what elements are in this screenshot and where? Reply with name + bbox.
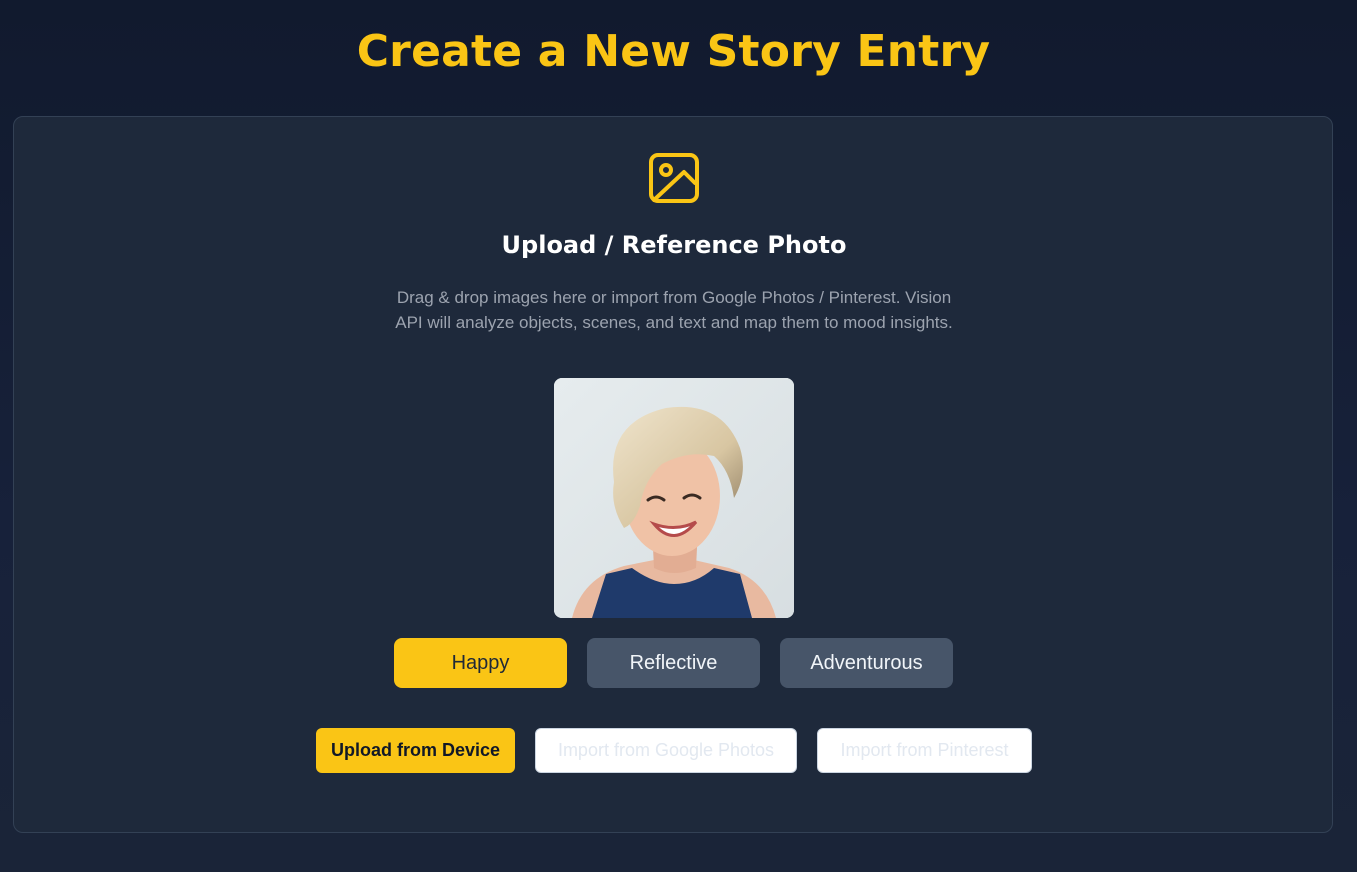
upload-card[interactable]: Upload / Reference Photo Drag & drop ima…	[13, 116, 1333, 833]
upload-title: Upload / Reference Photo	[501, 231, 847, 259]
upload-description: Drag & drop images here or import from G…	[395, 288, 953, 332]
mood-happy-button[interactable]: Happy	[394, 638, 567, 688]
mood-selector: Happy Reflective Adventurous	[394, 638, 953, 688]
upload-from-device-button[interactable]: Upload from Device	[316, 728, 515, 773]
page-title: Create a New Story Entry	[356, 26, 991, 77]
import-pinterest-button[interactable]: Import from Pinterest	[817, 728, 1032, 773]
import-actions: Upload from Device Import from Google Ph…	[316, 728, 1032, 773]
mood-reflective-button[interactable]: Reflective	[587, 638, 760, 688]
mood-adventurous-button[interactable]: Adventurous	[780, 638, 953, 688]
photo-preview	[554, 378, 794, 618]
image-icon	[648, 152, 700, 204]
import-google-photos-button[interactable]: Import from Google Photos	[535, 728, 797, 773]
